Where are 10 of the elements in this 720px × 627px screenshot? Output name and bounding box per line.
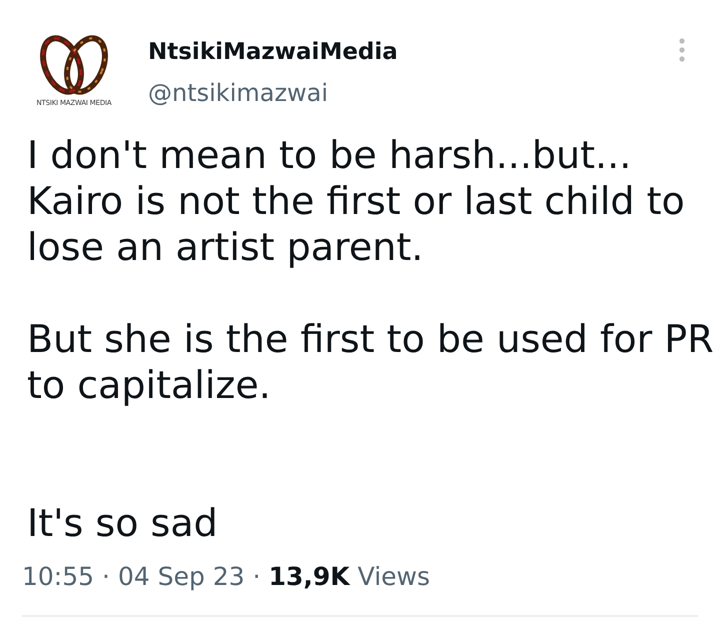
separator-dot: · [252,562,261,592]
more-vertical-icon [679,38,685,62]
view-count: 13,9K [268,562,350,592]
tweet-text: I don't mean to be harsh...but... Kairo is not the first or last child to lose an artist parent. But she is the first to be used for PR to capitalize. It's so sad [27,132,715,546]
display-name[interactable]: NtsikiMazwaiMedia [148,37,398,67]
date-text: 04 Sep 23 [118,562,245,592]
separator-dot: · [102,562,110,592]
timestamp-text: 10:55 [22,562,94,592]
user-handle[interactable]: @ntsikimazwai [148,78,398,108]
views-label: Views [358,562,430,592]
